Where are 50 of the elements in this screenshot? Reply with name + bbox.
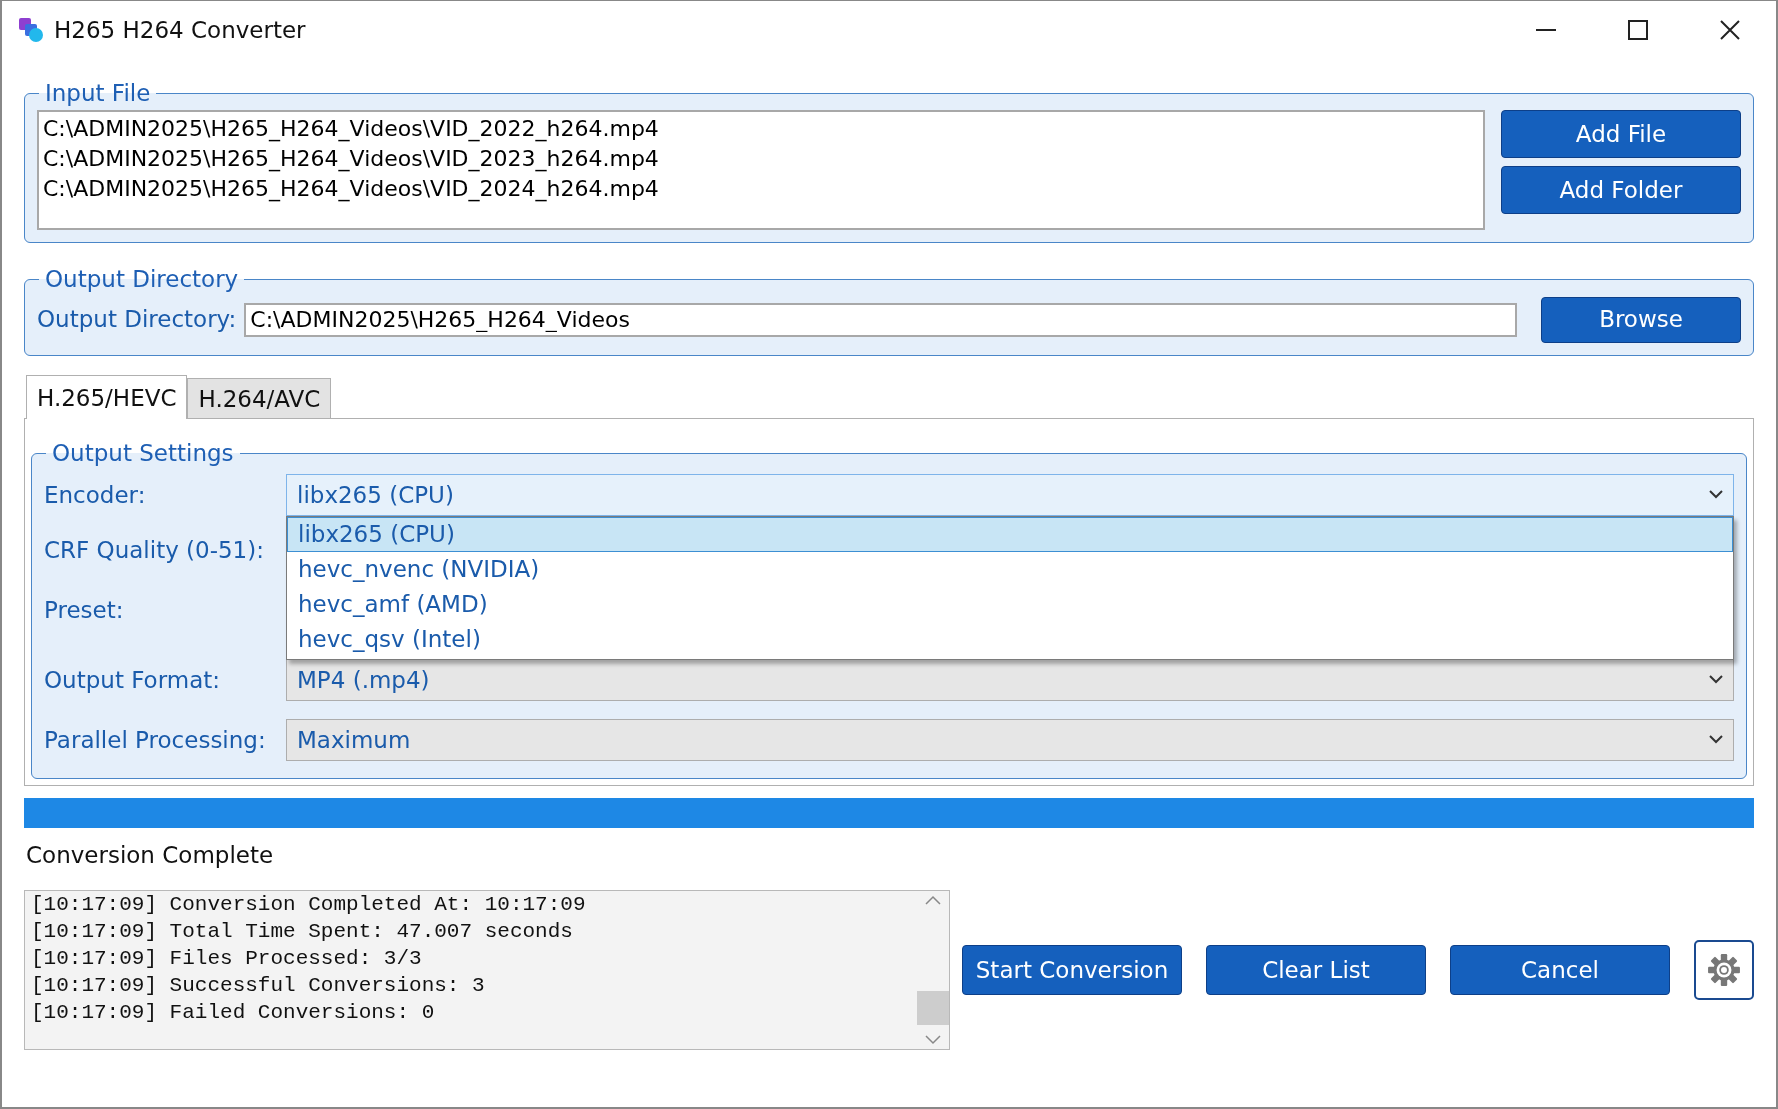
add-file-button[interactable]: Add File <box>1501 110 1741 159</box>
start-conversion-button[interactable]: Start Conversion <box>962 945 1182 996</box>
output-directory-field[interactable]: C:\ADMIN2025\H265_H264_Videos <box>244 302 1517 337</box>
log-line: [10:17:09] Conversion Completed At: 10:17:09 <box>31 892 587 919</box>
tab[interactable]: H.265/HEVC <box>26 375 188 420</box>
dropdown[interactable]: Maximum <box>286 718 1734 761</box>
maximize-icon[interactable] <box>1628 20 1648 40</box>
field-label: Encoder: <box>44 480 147 510</box>
dropdown-option[interactable]: hevc_qsv (Intel) <box>287 621 1733 657</box>
window-title: H265 H264 Converter <box>54 15 306 45</box>
status-text: Conversion Complete <box>26 840 275 870</box>
field-label: Output Format: <box>44 665 221 695</box>
log-line: [10:17:09] Successful Conversions: 3 <box>31 973 486 1000</box>
group-title: Input File <box>44 81 152 107</box>
caret-icon <box>1709 490 1723 500</box>
caret-icon <box>1709 735 1723 745</box>
scroll-up-icon[interactable] <box>925 895 941 906</box>
app-icon <box>18 17 44 43</box>
file-list[interactable]: C:\ADMIN2025\H265_H264_Videos\VID_2022_h264.mp4 C:\ADMIN2025\H265_H264_Videos\VID_2023_h264.mp4 C:\ADMIN2025\H265_H264_Videos\VID_2024_h264.mp4 <box>37 110 1485 231</box>
group-title: Output Settings <box>51 440 235 466</box>
scrollbar-thumb[interactable] <box>917 991 949 1026</box>
dropdown-option[interactable]: hevc_amf (AMD) <box>287 586 1733 622</box>
field-label: CRF Quality (0-51): <box>44 535 265 565</box>
add-folder-button[interactable]: Add Folder <box>1501 166 1741 215</box>
scroll-down-icon[interactable] <box>925 1035 941 1046</box>
settings-icon <box>1707 953 1741 988</box>
log-line: [10:17:09] Total Time Spent: 47.007 seconds <box>31 919 574 946</box>
clear-list-button[interactable]: Clear List <box>1206 945 1426 996</box>
settings-button[interactable] <box>1694 940 1754 1001</box>
dropdown-value: MP4 (.mp4) <box>297 665 430 695</box>
file-path: C:\ADMIN2025\H265_H264_Videos\VID_2022_h264.mp4 <box>43 115 660 144</box>
log-line: [10:17:09] Files Processed: 3/3 <box>31 946 423 973</box>
group-title: Output Directory <box>44 267 240 293</box>
dropdown[interactable]: libx265 (CPU) <box>286 473 1734 516</box>
close-icon[interactable] <box>1720 20 1740 40</box>
browse-button[interactable]: Browse <box>1541 296 1741 343</box>
field-label: Parallel Processing: <box>44 725 267 755</box>
dropdown-value: Maximum <box>297 725 411 755</box>
field-label: Preset: <box>44 595 125 625</box>
dropdown-value: libx265 (CPU) <box>297 480 454 510</box>
file-path: C:\ADMIN2025\H265_H264_Videos\VID_2023_h264.mp4 <box>43 145 660 174</box>
dropdown[interactable]: MP4 (.mp4) <box>286 658 1734 701</box>
log-line: [10:17:09] Failed Conversions: 0 <box>31 1000 436 1027</box>
field-label: Output Directory: <box>37 305 237 335</box>
tab[interactable]: H.264/AVC <box>187 377 332 418</box>
cancel-button[interactable]: Cancel <box>1450 945 1670 996</box>
caret-icon <box>1709 675 1723 685</box>
file-path: C:\ADMIN2025\H265_H264_Videos\VID_2024_h264.mp4 <box>43 175 660 204</box>
dropdown-option[interactable]: hevc_nvenc (NVIDIA) <box>287 551 1733 587</box>
dropdown-option[interactable]: libx265 (CPU) <box>287 516 1733 552</box>
